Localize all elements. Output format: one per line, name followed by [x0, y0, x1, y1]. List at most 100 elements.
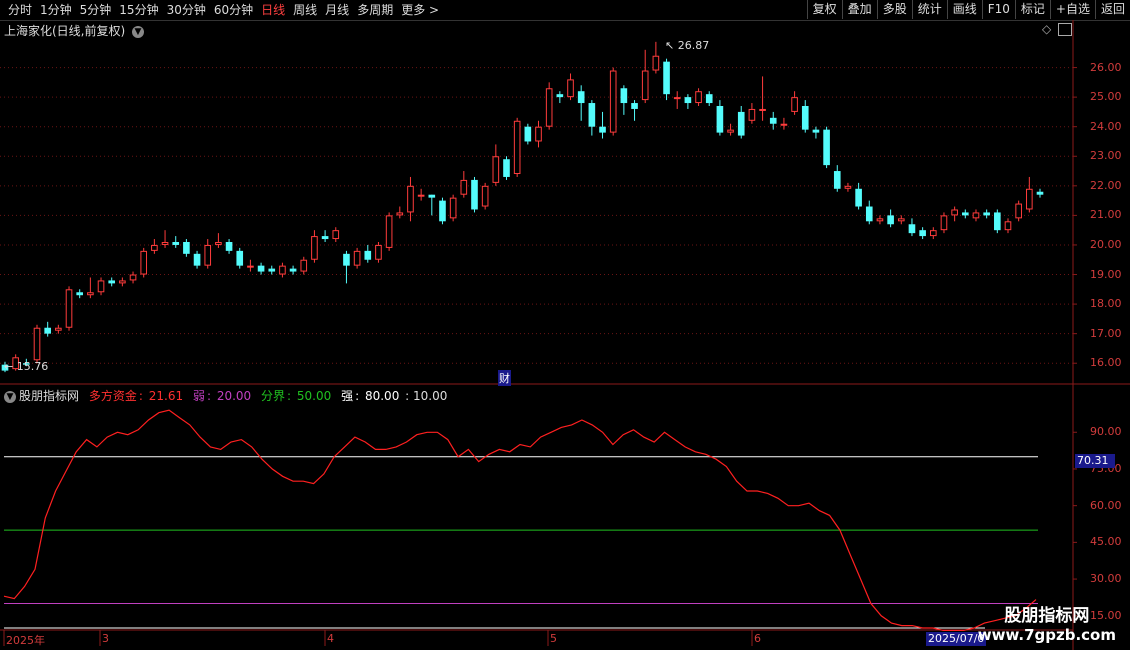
candle-body-up — [641, 70, 649, 101]
candle-body-up — [87, 292, 94, 296]
candle-body-up — [673, 97, 681, 100]
candle-body-down — [855, 188, 862, 207]
high-price-label: ↖ 26.87 — [665, 39, 710, 52]
candle-body-down — [887, 215, 894, 225]
duofang-label: 多方资金 — [88, 389, 137, 403]
candle-body-up — [215, 242, 222, 245]
candle-body-down — [833, 171, 841, 189]
candle-body-down — [705, 94, 713, 104]
price-tick-label: 25.00 — [1090, 90, 1122, 104]
candle-body-down — [172, 242, 180, 245]
candle-body-down — [716, 106, 724, 133]
candle-body-down — [631, 103, 638, 109]
candle-body-up — [1004, 221, 1012, 231]
finance-marker[interactable]: 财 — [498, 370, 511, 386]
price-tick-label: 23.00 — [1090, 149, 1122, 163]
candle-body-up — [353, 250, 361, 266]
candle-body-up — [972, 212, 980, 219]
candle-body-down — [428, 194, 436, 198]
candle-body-down — [439, 200, 446, 222]
candle-body-down — [865, 206, 873, 222]
price-tick-label: 20.00 — [1090, 237, 1122, 251]
indicator-name: 股朋指标网 — [19, 389, 80, 403]
chevron-down-icon[interactable]: ▼ — [4, 390, 16, 403]
indicator-header: ▼ 股朋指标网 多方资金: 21.61 弱: 20.00 分界: 50.00 强:… — [4, 387, 449, 404]
qiang-label: 强 — [341, 389, 354, 403]
candle-body-up — [449, 197, 457, 219]
candle-body-up — [300, 259, 308, 272]
candle-body-down — [268, 268, 276, 272]
candle-body-up — [727, 129, 734, 133]
candle-body-up — [129, 274, 137, 281]
candle-body-up — [33, 327, 41, 361]
candle-body-down — [257, 265, 265, 272]
candle-body-down — [684, 97, 692, 104]
candle-body-up — [791, 97, 798, 112]
candle-body-down — [812, 129, 820, 133]
indicator-tick-label: 60.00 — [1090, 498, 1122, 512]
price-chart — [0, 20, 1130, 650]
qiang-value: 80.00 — [364, 389, 400, 403]
candle-body-up — [695, 91, 702, 104]
extra-value: : 10.00 — [405, 389, 448, 403]
indicator-line — [3, 409, 1037, 631]
candle-body-up — [567, 79, 574, 98]
indicator-tick-label: 45.00 — [1090, 535, 1122, 549]
price-tick-label: 17.00 — [1090, 326, 1122, 340]
candle-body-down — [801, 106, 809, 130]
candle-body-up — [652, 55, 660, 71]
candle-body-up — [609, 70, 617, 133]
candle-body-up — [119, 280, 126, 284]
candle-body-up — [385, 215, 393, 248]
fenjie-label: 分界 — [261, 389, 286, 403]
candle-body-up — [332, 230, 340, 240]
candle-body-up — [940, 215, 948, 231]
candle-body-down — [44, 327, 51, 334]
candle-body-down — [908, 224, 916, 234]
candle-body-down — [620, 88, 628, 104]
price-tick-label: 24.00 — [1090, 119, 1122, 133]
candle-body-up — [279, 265, 286, 275]
candle-body-down — [364, 250, 372, 260]
candle-body-down — [994, 212, 1001, 231]
candle-body-up — [545, 88, 553, 127]
duofang-value: 21.61 — [148, 389, 184, 403]
candle-body-up — [481, 185, 489, 207]
candle-body-down — [289, 268, 297, 272]
candle-body-up — [407, 185, 414, 213]
watermark-url: www.7gpzb.com — [977, 626, 1116, 644]
candle-body-up — [97, 280, 105, 293]
candle-body-down — [663, 61, 670, 95]
candle-body-down — [919, 230, 926, 237]
candle-body-down — [769, 117, 777, 124]
candle-body-up — [247, 265, 254, 268]
low-price-label: ← 15.76 — [4, 360, 49, 373]
watermark-title: 股朋指标网 — [1004, 606, 1090, 626]
current-indicator-value: 70.31 — [1075, 454, 1115, 468]
candle-body-down — [962, 212, 969, 216]
candle-body-up — [844, 185, 852, 189]
watermark: 股朋指标网 www.7gpzb.com — [978, 607, 1116, 645]
candle-body-down — [556, 94, 564, 98]
fenjie-value: 50.00 — [296, 389, 332, 403]
date-label: 3 — [102, 632, 109, 645]
candle-body-down — [588, 103, 596, 127]
candle-body-down — [471, 179, 478, 210]
candle-body-up — [375, 244, 382, 260]
candle-body-down — [524, 126, 532, 142]
candle-body-up — [65, 289, 73, 328]
candle-body-down — [599, 126, 606, 133]
candle-body-up — [513, 120, 521, 174]
candle-body-up — [140, 250, 148, 275]
candle-body-up — [759, 108, 766, 111]
candle-body-up — [876, 218, 884, 222]
candle-body-down — [577, 91, 585, 104]
candle-body-up — [1026, 188, 1033, 210]
price-tick-label: 19.00 — [1090, 267, 1122, 281]
candle-body-up — [55, 327, 62, 331]
candle-body-up — [161, 242, 169, 245]
candle-body-up — [311, 236, 318, 260]
indicator-tick-label: 90.00 — [1090, 425, 1122, 439]
candle-body-up — [204, 244, 212, 266]
candle-body-down — [737, 111, 745, 136]
